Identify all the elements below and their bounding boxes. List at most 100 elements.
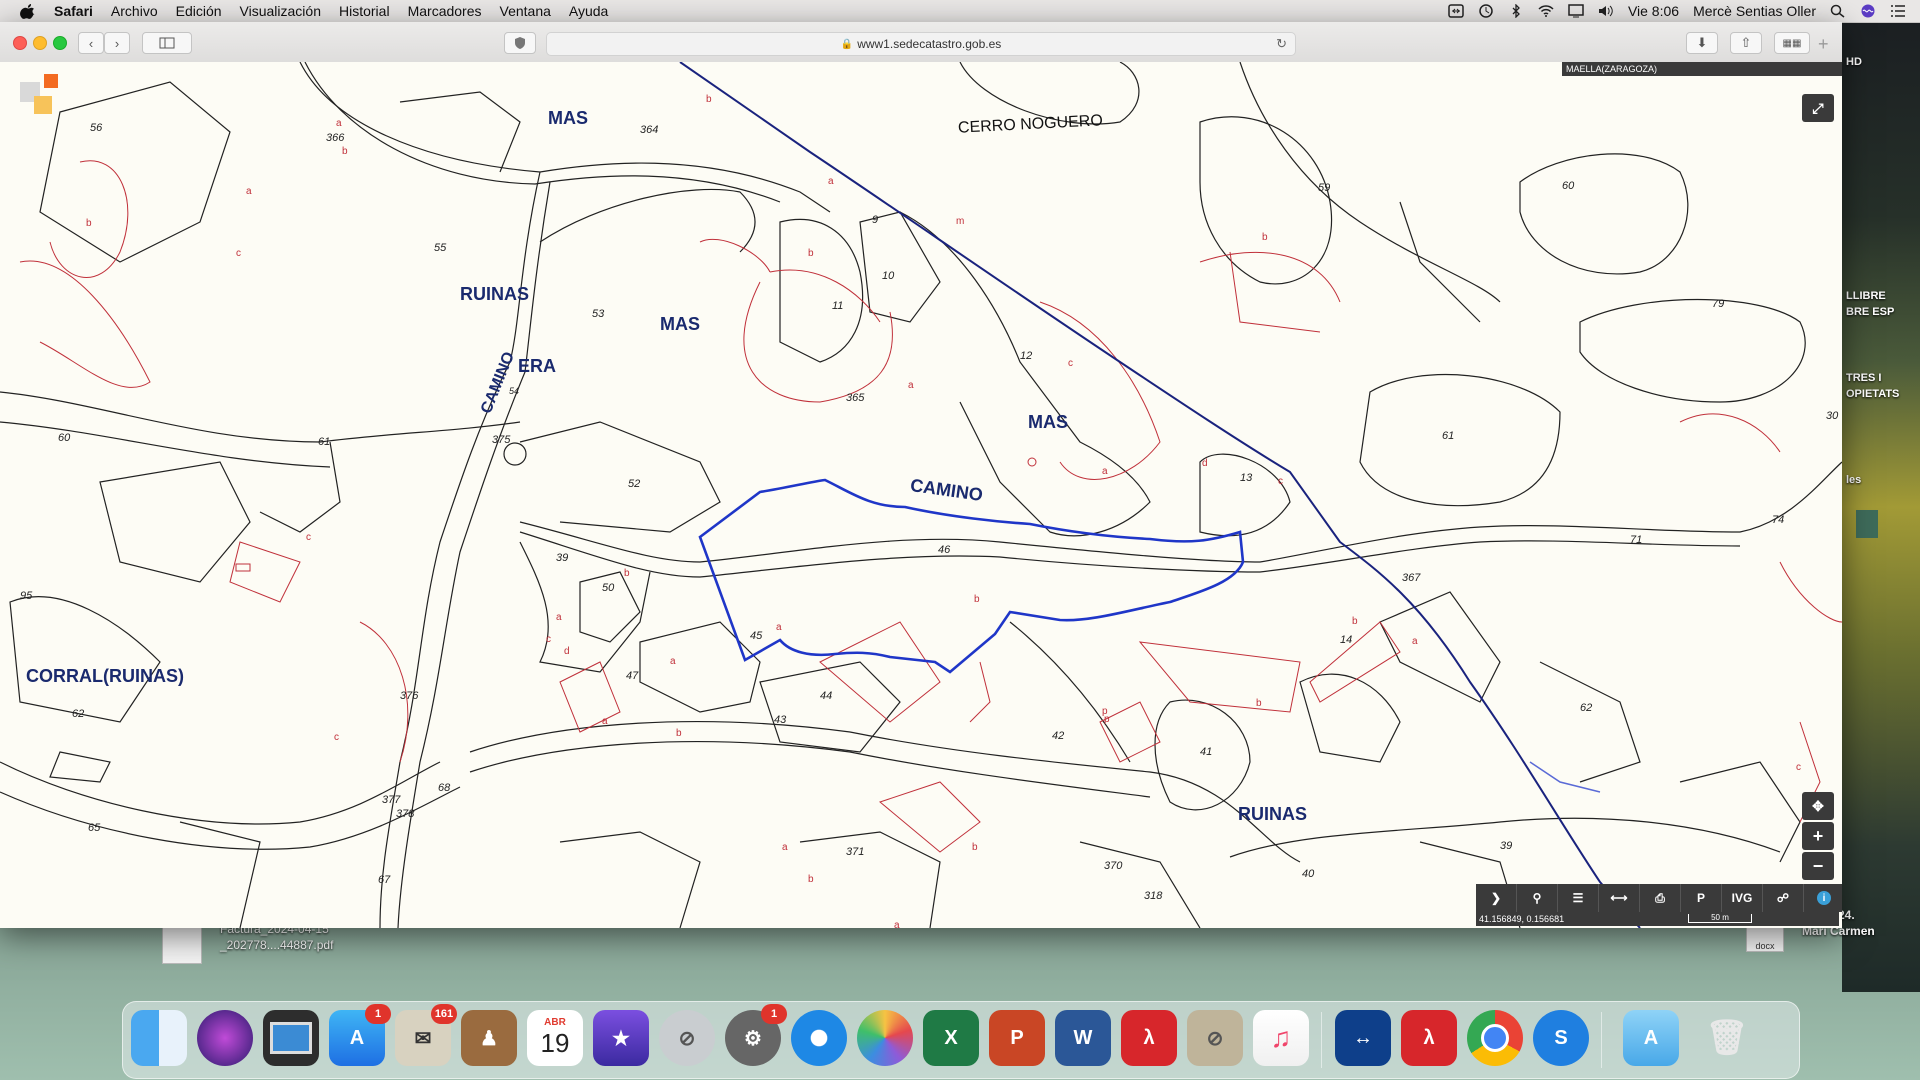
subparcel-label: b <box>86 218 92 229</box>
parcel-label: 375 <box>492 434 511 446</box>
parcel-label: 42 <box>1052 730 1065 742</box>
parcel-label: 367 <box>1402 572 1421 584</box>
excel-icon[interactable]: X <box>923 1010 979 1066</box>
fullscreen-button[interactable]: ⤢ <box>1802 94 1834 122</box>
sidebar-toggle-button[interactable] <box>142 32 192 54</box>
zoom-in-button[interactable]: + <box>1802 822 1834 850</box>
back-button[interactable]: ‹ <box>78 32 104 54</box>
bluetooth-icon[interactable] <box>1508 4 1524 18</box>
applications-folder-icon[interactable]: A <box>1623 1010 1679 1066</box>
share-button[interactable]: ⇧ <box>1730 32 1762 54</box>
subparcel-label: a <box>670 656 676 667</box>
subparcel-label: c <box>1068 358 1073 369</box>
parcel-select-button[interactable]: P <box>1681 884 1722 912</box>
address-bar[interactable]: 🔒 www1.sedecatastro.gob.es ↻ <box>546 32 1296 56</box>
new-tab-icon[interactable]: + <box>1818 34 1829 55</box>
volume-icon[interactable] <box>1598 4 1614 18</box>
menu-ayuda[interactable]: Ayuda <box>569 3 608 19</box>
trash-icon[interactable]: 🗑 <box>1699 1010 1755 1066</box>
notification-center-icon[interactable] <box>1890 4 1906 18</box>
forward-button[interactable]: › <box>104 32 130 54</box>
zoom-out-button[interactable]: − <box>1802 852 1834 880</box>
menu-ventana[interactable]: Ventana <box>500 3 551 19</box>
privacy-report-button[interactable] <box>504 32 536 54</box>
parcel-label: 52 <box>628 478 641 490</box>
photos-icon[interactable] <box>857 1010 913 1066</box>
parcel-label: 377 <box>382 794 401 806</box>
time-machine-icon[interactable] <box>1478 4 1494 18</box>
skype-icon[interactable]: S <box>1533 1010 1589 1066</box>
subparcel-label: m <box>956 216 965 227</box>
apple-icon[interactable] <box>20 3 36 19</box>
desktop-icon[interactable] <box>1856 510 1878 538</box>
parcel-label: 14 <box>1340 634 1353 646</box>
wifi-icon[interactable] <box>1538 4 1554 18</box>
share-map-button[interactable]: ☍ <box>1763 884 1804 912</box>
search-button[interactable]: ⚲ <box>1517 884 1558 912</box>
minimize-window-button[interactable] <box>33 36 47 50</box>
photo-booth-icon[interactable] <box>263 1010 319 1066</box>
pdf-file-icon[interactable] <box>162 926 202 964</box>
print-button[interactable]: ⎙ <box>1640 884 1681 912</box>
parcel-label: 366 <box>326 132 345 144</box>
safari-icon[interactable] <box>791 1010 847 1066</box>
close-window-button[interactable] <box>13 36 27 50</box>
info-button[interactable]: i <box>1804 884 1842 912</box>
cadastral-map[interactable]: MAELLA(ZARAGOZA) ⤢ MAS CERRO NOGUERO RUI… <box>0 62 1842 928</box>
zoom-window-button[interactable] <box>53 36 67 50</box>
ivg-button[interactable]: IVG <box>1722 884 1763 912</box>
imovie-icon[interactable]: ★ <box>593 1010 649 1066</box>
siri-icon[interactable] <box>1860 4 1876 18</box>
blocked-app-icon-2[interactable]: ⊘ <box>1187 1010 1243 1066</box>
spotlight-search-icon[interactable] <box>1830 4 1846 18</box>
parcel-label: 61 <box>1442 430 1455 442</box>
teamviewer-icon[interactable]: ↔ <box>1335 1010 1391 1066</box>
pan-button[interactable]: ✥ <box>1802 792 1834 820</box>
subparcel-label: b <box>808 248 814 259</box>
place-label: MAS <box>1028 412 1068 432</box>
calendar-icon[interactable]: ABR 19 <box>527 1010 583 1066</box>
acrobat-reader-icon[interactable]: λ <box>1401 1010 1457 1066</box>
subparcel-label: a <box>894 920 900 928</box>
acrobat-icon[interactable]: λ <box>1121 1010 1177 1066</box>
menu-user[interactable]: Mercè Sentias Oller <box>1693 3 1816 19</box>
tab-overview-button[interactable]: ▦▦ <box>1774 32 1810 54</box>
catastro-logo[interactable] <box>20 74 60 118</box>
toolbar-collapse-button[interactable]: ❯ <box>1476 884 1517 912</box>
layers-button[interactable]: ☰ <box>1558 884 1599 912</box>
menu-edicion[interactable]: Edición <box>176 3 222 19</box>
municipality-name: MAELLA(ZARAGOZA) <box>1566 64 1658 74</box>
screen-mirroring-icon[interactable] <box>1568 4 1584 18</box>
subparcel-label: b <box>1256 698 1262 709</box>
downloads-button[interactable]: ⬇ <box>1686 32 1718 54</box>
app-store-badge: 1 <box>365 1004 391 1024</box>
music-icon[interactable]: ♫ <box>1253 1010 1309 1066</box>
system-preferences-icon[interactable]: ⚙ 1 <box>725 1004 787 1066</box>
menu-app-name[interactable]: Safari <box>54 3 93 19</box>
reload-icon[interactable]: ↻ <box>1276 36 1287 52</box>
menu-historial[interactable]: Historial <box>339 3 390 19</box>
subparcel-label: c <box>306 532 311 543</box>
safari-window: ‹ › 🔒 www1.sedecatastro.gob.es ↻ ⬇ ⇧ ▦▦ … <box>0 22 1842 928</box>
desktop-background: HD LLIBRE BRE ESP TRES I OPIETATS les <box>1842 22 1920 992</box>
powerpoint-icon[interactable]: P <box>989 1010 1045 1066</box>
parcel-label: 56 <box>90 122 103 134</box>
menu-visualizacion[interactable]: Visualización <box>240 3 321 19</box>
app-store-icon[interactable]: A 1 <box>329 1004 391 1066</box>
mail-icon[interactable]: ✉ 161 <box>395 1004 457 1066</box>
contacts-icon[interactable]: ♟ <box>461 1010 517 1066</box>
blocked-app-icon[interactable]: ⊘ <box>659 1010 715 1066</box>
desktop-file-name[interactable]: _202778....44887.pdf <box>220 938 333 953</box>
print-icon: ⎙ <box>1655 890 1665 905</box>
menu-archivo[interactable]: Archivo <box>111 3 158 19</box>
measure-button[interactable]: ⟷ <box>1599 884 1640 912</box>
finder-icon[interactable] <box>131 1010 187 1066</box>
subparcel-label: b <box>1262 232 1268 243</box>
teamviewer-status-icon[interactable] <box>1448 4 1464 18</box>
menu-clock[interactable]: Vie 8:06 <box>1628 3 1679 19</box>
parcel-label: 364 <box>640 124 659 136</box>
siri-app-icon[interactable] <box>197 1010 253 1066</box>
chrome-icon[interactable] <box>1467 1010 1523 1066</box>
menu-marcadores[interactable]: Marcadores <box>408 3 482 19</box>
word-icon[interactable]: W <box>1055 1010 1111 1066</box>
